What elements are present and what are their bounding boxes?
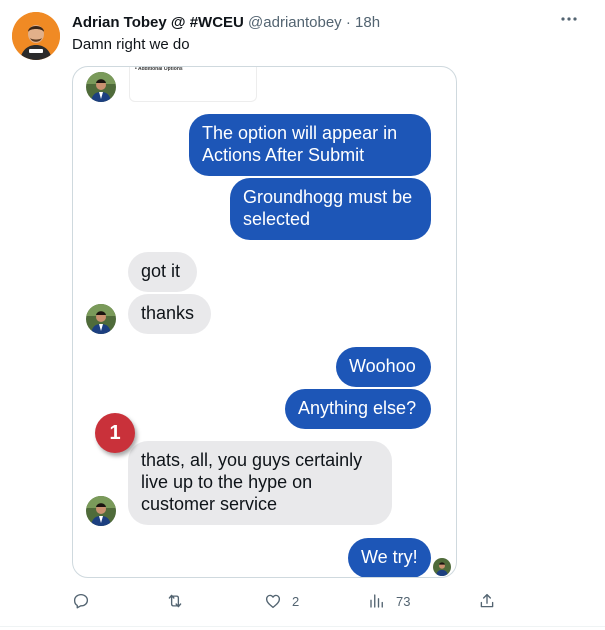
more-icon[interactable] <box>556 10 582 34</box>
message-bubble-outgoing: We try! <box>348 538 431 577</box>
separator: · <box>345 14 351 31</box>
tweet-header: Adrian Tobey @ #WCEU @adriantobey · 18h <box>72 13 380 33</box>
like-button[interactable]: 2 <box>264 588 299 614</box>
message-bubble-incoming: thanks <box>128 294 211 334</box>
like-icon <box>265 594 281 609</box>
number-badge: 1 <box>95 413 135 453</box>
share-icon <box>480 593 494 608</box>
share-button[interactable] <box>478 588 496 614</box>
message-bubble-outgoing: Anything else? <box>285 389 431 429</box>
author-handle[interactable]: @adriantobey <box>248 14 342 31</box>
retweet-button[interactable] <box>166 588 194 614</box>
user-avatar <box>86 496 116 526</box>
message-bubble-outgoing: The option will appear in Actions After … <box>189 114 431 176</box>
message-bubble-incoming: got it <box>128 252 197 292</box>
tweet-image[interactable]: • Additional Options The option will app… <box>72 66 457 578</box>
tweet-time[interactable]: 18h <box>355 14 380 31</box>
tweet-actions: 2 73 <box>0 588 605 614</box>
tweet-text: Damn right we do <box>72 36 190 53</box>
message-bubble-outgoing: Groundhogg must be selected <box>230 178 431 240</box>
agent-avatar <box>86 72 116 102</box>
divider <box>0 626 605 627</box>
views-button[interactable]: 73 <box>368 588 410 614</box>
view-count: 73 <box>396 593 411 609</box>
reply-button[interactable] <box>72 588 100 614</box>
author-avatar[interactable] <box>12 12 60 60</box>
message-bubble-incoming: thats, all, you guys certainly live up t… <box>128 441 392 525</box>
reply-icon <box>73 593 89 609</box>
views-icon <box>370 594 383 608</box>
agent-avatar <box>433 558 451 576</box>
like-count: 2 <box>292 593 300 609</box>
cropped-label: • Additional Options <box>135 66 183 72</box>
retweet-icon <box>168 594 182 608</box>
user-avatar <box>86 304 116 334</box>
message-bubble-outgoing: Woohoo <box>336 347 431 387</box>
author-name[interactable]: Adrian Tobey @ #WCEU <box>72 14 244 31</box>
